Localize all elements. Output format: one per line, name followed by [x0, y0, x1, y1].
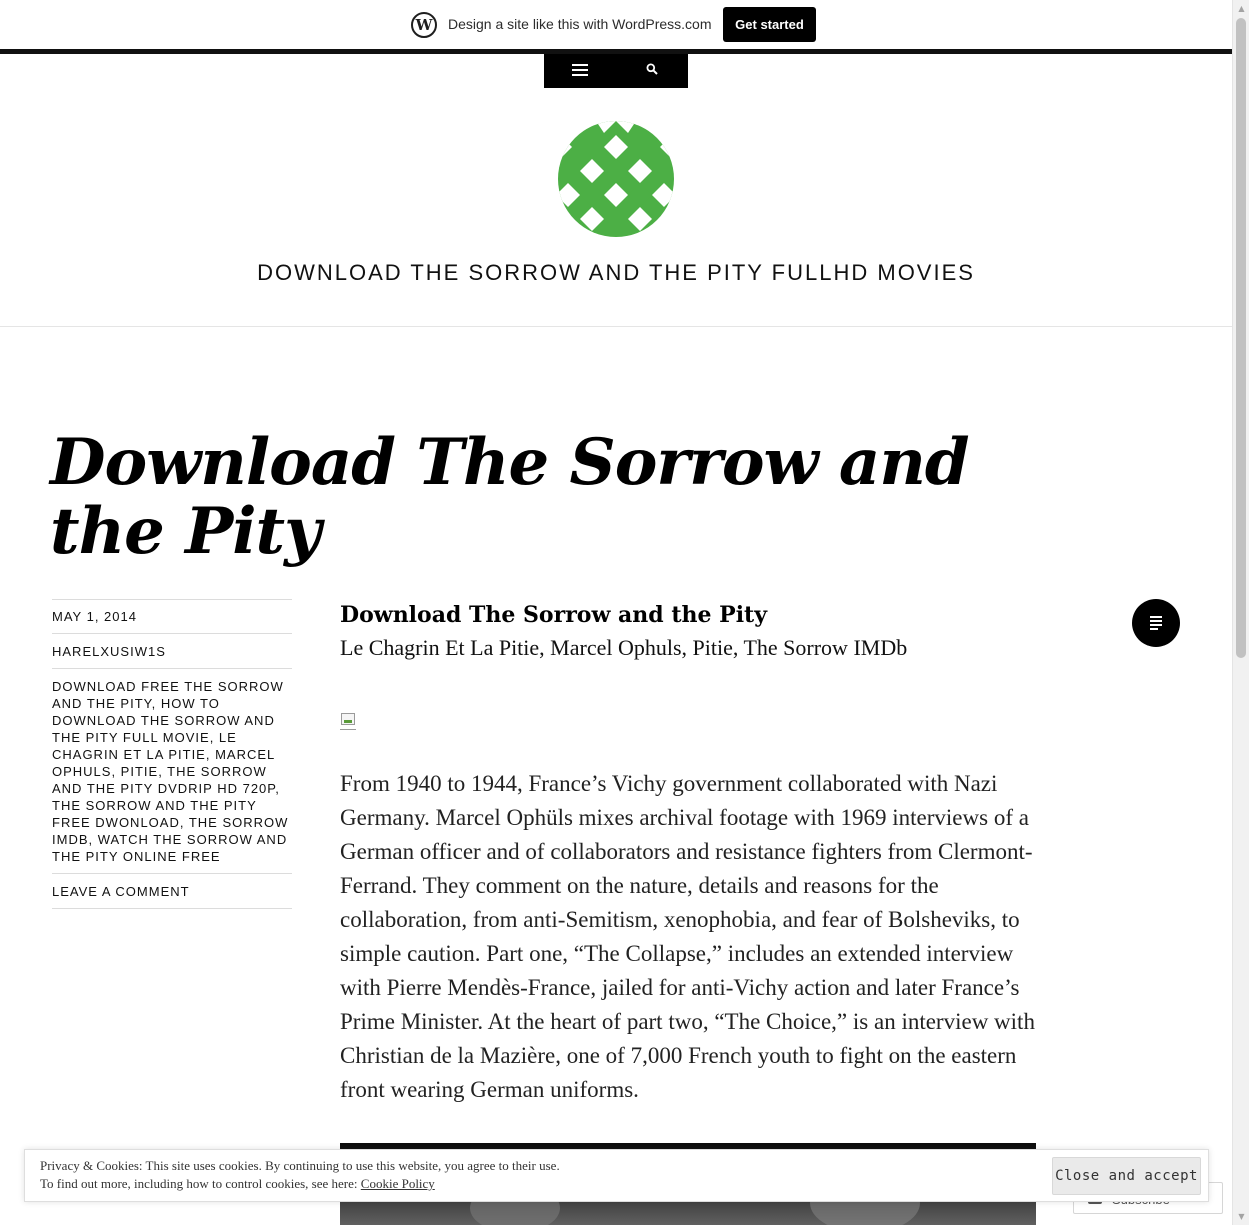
content-subheading: Le Chagrin Et La Pitie, Marcel Ophuls, P… [340, 635, 908, 660]
get-started-button[interactable]: Get started [723, 7, 816, 42]
close-and-accept-button[interactable]: Close and accept [1052, 1157, 1201, 1195]
standard-post-format-icon[interactable] [1132, 599, 1180, 647]
menu-toggle-button[interactable] [544, 54, 616, 88]
search-toggle-button[interactable] [616, 54, 688, 88]
post-tags-links[interactable]: DOWNLOAD FREE THE SORROW AND THE PITY, H… [52, 668, 292, 873]
wordpress-banner-text: Design a site like this with WordPress.c… [448, 16, 712, 32]
site-navigation-bar [544, 54, 688, 88]
post-meta: MAY 1, 2014 HARELXUSIW1S DOWNLOAD FREE T… [52, 599, 292, 909]
vertical-scrollbar[interactable]: ▲ ▼ [1232, 0, 1249, 1225]
cookie-notice-line2-text: To find out more, including how to contr… [40, 1176, 361, 1191]
site-logo[interactable] [556, 121, 676, 239]
post-author-link[interactable]: HARELXUSIW1S [52, 633, 292, 668]
scroll-down-arrow-icon[interactable]: ▼ [1233, 1208, 1249, 1225]
cookie-consent-bar: Privacy & Cookies: This site uses cookie… [24, 1149, 1209, 1202]
broken-image-icon[interactable] [340, 712, 356, 730]
scroll-up-arrow-icon[interactable]: ▲ [1233, 0, 1249, 17]
site-title[interactable]: DOWNLOAD THE SORROW AND THE PITY FULLHD … [0, 260, 1232, 286]
scrollbar-thumb[interactable] [1236, 18, 1246, 658]
header-divider [0, 326, 1232, 327]
cookie-policy-link[interactable]: Cookie Policy [361, 1176, 435, 1191]
search-icon [646, 63, 658, 75]
menu-icon [572, 64, 588, 77]
cookie-notice-line2: To find out more, including how to contr… [40, 1175, 560, 1193]
content-body: From 1940 to 1944, France’s Vichy govern… [340, 771, 1035, 1102]
content-heading: Download The Sorrow and the Pity [340, 602, 768, 628]
post-content: Download The Sorrow and the Pity Le Chag… [340, 600, 1040, 1102]
wordpress-logo-icon[interactable]: W [411, 12, 437, 38]
cookie-notice-text: Privacy & Cookies: This site uses cookie… [40, 1157, 560, 1193]
leave-comment-link[interactable]: LEAVE A COMMENT [52, 873, 292, 909]
post-date-link[interactable]: MAY 1, 2014 [52, 599, 292, 633]
cookie-notice-line1: Privacy & Cookies: This site uses cookie… [40, 1158, 560, 1173]
wordpress-banner: W Design a site like this with WordPress… [0, 0, 1232, 49]
post-title: Download The Sorrow and the Pity [50, 425, 970, 569]
